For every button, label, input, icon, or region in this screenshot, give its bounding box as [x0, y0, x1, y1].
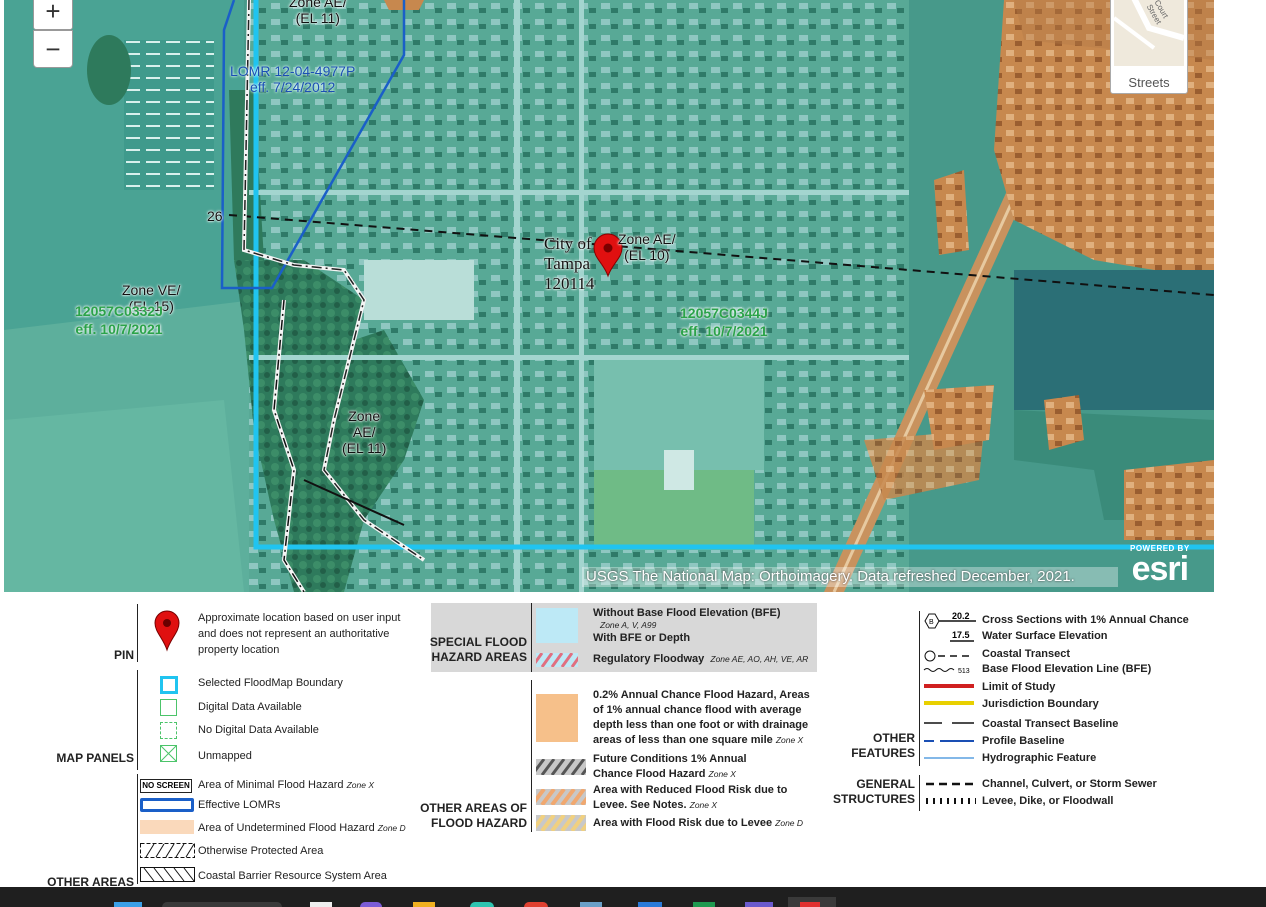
annual-02-label: 0.2% Annual Chance Flood Hazard, Areas of… — [593, 689, 810, 746]
other-features-symbols: B 20.2 17.5 513 — [923, 611, 976, 759]
other-feature-item: Coastal Transect Baseline — [982, 718, 1119, 730]
floodway-swatch — [536, 653, 578, 667]
esri-logo[interactable]: POWERED BY esri — [1130, 544, 1190, 586]
legend-general-structures-heading: GENERAL STRUCTURES — [832, 777, 915, 806]
legend-other-area-item: Otherwise Protected Area — [198, 845, 324, 857]
legend-other-flood-heading: OTHER AREAS OF FLOOD HAZARD — [420, 801, 527, 830]
legend-map-panel-item: Unmapped — [198, 750, 252, 762]
taskbar-app-icon[interactable] — [470, 902, 494, 907]
panel-left-label: 12057C0332J eff. 10/7/2021 — [75, 303, 163, 337]
map-attribution: USGS The National Map: Orthoimagery. Dat… — [582, 567, 1118, 587]
without-bfe-zones: Zone A, V, A99 — [600, 620, 657, 630]
lomr-swatch — [140, 798, 194, 812]
legend-other-area-item: Area of Minimal Flood Hazard Zone X — [198, 779, 374, 791]
other-feature-item: Coastal Transect — [982, 648, 1071, 660]
taskbar-app-icon[interactable] — [693, 902, 715, 907]
general-structure-item: Levee, Dike, or Floodwall — [982, 795, 1114, 807]
zone-ae-11-bottom-label: Zone AE/(EL 11) — [342, 408, 387, 456]
general-structures-symbols — [926, 782, 976, 804]
panel-right-label: 12057C0344J eff. 10/7/2021 — [680, 305, 768, 339]
selected-floodmap-swatch — [160, 676, 178, 694]
other-feature-item: Profile Baseline — [982, 735, 1065, 747]
legend-other-features-heading: OTHER FEATURES — [851, 731, 915, 760]
basemap-toggle[interactable]: Court Street Streets — [1110, 0, 1188, 94]
with-bfe-label: With BFE or Depth — [593, 632, 691, 644]
bfe-value: 513 — [958, 668, 970, 675]
flood-map[interactable]: Zone AE/(EL 11) LOMR 12-04-4977P eff. 7/2… — [4, 0, 1214, 592]
legend-pin-heading: PIN — [113, 648, 134, 662]
taskbar-app-icon[interactable] — [745, 902, 773, 907]
taskbar-search[interactable] — [162, 902, 282, 907]
city-label: City of Tampa 120114 — [544, 234, 595, 293]
legend-other-area-item: Effective LOMRs — [198, 799, 281, 811]
legend-map-panel-item: No Digital Data Available — [198, 724, 319, 736]
legend-pin-text: Approximate location based on user input… — [198, 612, 401, 656]
wse-value: 17.5 — [952, 630, 970, 640]
zoom-in-button[interactable]: + — [33, 0, 73, 30]
coastal-barrier-swatch — [140, 867, 195, 882]
flood-legend: PIN Approximate location based on user i… — [0, 596, 1266, 889]
future-swatch — [536, 759, 586, 775]
zone-ae-11-top-label: Zone AE/(EL 11) — [289, 0, 347, 26]
zone-ae-10-label: Zone AE/(EL 10) — [618, 231, 676, 263]
reduced-risk-swatch — [536, 789, 586, 805]
legend-other-area-item: Area of Undetermined Flood Hazard Zone D — [198, 822, 406, 834]
digital-data-swatch — [160, 699, 177, 716]
legend-map-panels-heading: MAP PANELS — [56, 751, 134, 765]
legend-map-panel-item: Digital Data Available — [198, 701, 302, 713]
other-feature-item: Base Flood Elevation Line (BFE) — [982, 663, 1152, 675]
taskbar-app-icon[interactable] — [360, 902, 382, 907]
annual-02-swatch — [536, 694, 578, 742]
legend-other-area-item: Coastal Barrier Resource System Area — [198, 870, 387, 882]
lomr-label: LOMR 12-04-4977P eff. 7/24/2012 — [230, 63, 356, 95]
taskbar-app-icon[interactable] — [580, 902, 602, 907]
cross-section-value: 20.2 — [952, 611, 970, 621]
basemap-thumbnail: Court Street — [1114, 0, 1184, 66]
taskbar-app-icon[interactable] — [524, 902, 548, 907]
other-feature-item: Cross Sections with 1% Annual Chance — [982, 614, 1189, 626]
levee-risk-swatch — [536, 815, 586, 831]
legend-special-flood-heading: SPECIAL FLOOD HAZARD AREAS — [429, 635, 527, 664]
taskbar-app-icon[interactable] — [310, 902, 332, 907]
unmapped-swatch — [160, 745, 177, 762]
no-digital-data-swatch — [160, 722, 177, 739]
other-feature-item: Water Surface Elevation — [982, 630, 1108, 642]
pin-icon — [154, 610, 180, 652]
taskbar-app-icon[interactable] — [413, 902, 435, 907]
without-bfe-swatch — [536, 608, 578, 643]
levee-risk-label: Area with Flood Risk due to Levee Zone D — [593, 817, 804, 829]
map-imagery — [4, 0, 1214, 592]
svg-text:B: B — [929, 619, 934, 626]
taskbar-app-icon[interactable] — [638, 902, 662, 907]
other-feature-item: Limit of Study — [982, 681, 1056, 693]
taskbar-app-icon[interactable] — [800, 902, 820, 907]
general-structure-item: Channel, Culvert, or Storm Sewer — [982, 778, 1157, 790]
basemap-label: Streets — [1128, 75, 1170, 90]
future-label: Future Conditions 1% Annual Chance Flood … — [593, 753, 747, 780]
start-icon[interactable] — [114, 902, 142, 907]
floodway-label: Regulatory Floodway Zone AE, AO, AH, VE,… — [593, 653, 809, 665]
cross-section-label: 26 — [207, 208, 223, 224]
no-screen-swatch: NO SCREEN — [140, 779, 192, 793]
legend-map-panel-item: Selected FloodMap Boundary — [198, 677, 343, 689]
zoom-out-button[interactable]: − — [33, 30, 73, 68]
protected-area-swatch — [140, 843, 195, 858]
undetermined-swatch — [140, 820, 194, 834]
reduced-risk-label: Area with Reduced Flood Risk due to Levee… — [593, 784, 788, 811]
other-feature-item: Hydrographic Feature — [982, 752, 1097, 764]
taskbar — [0, 887, 1266, 907]
other-feature-item: Jurisdiction Boundary — [982, 698, 1099, 710]
